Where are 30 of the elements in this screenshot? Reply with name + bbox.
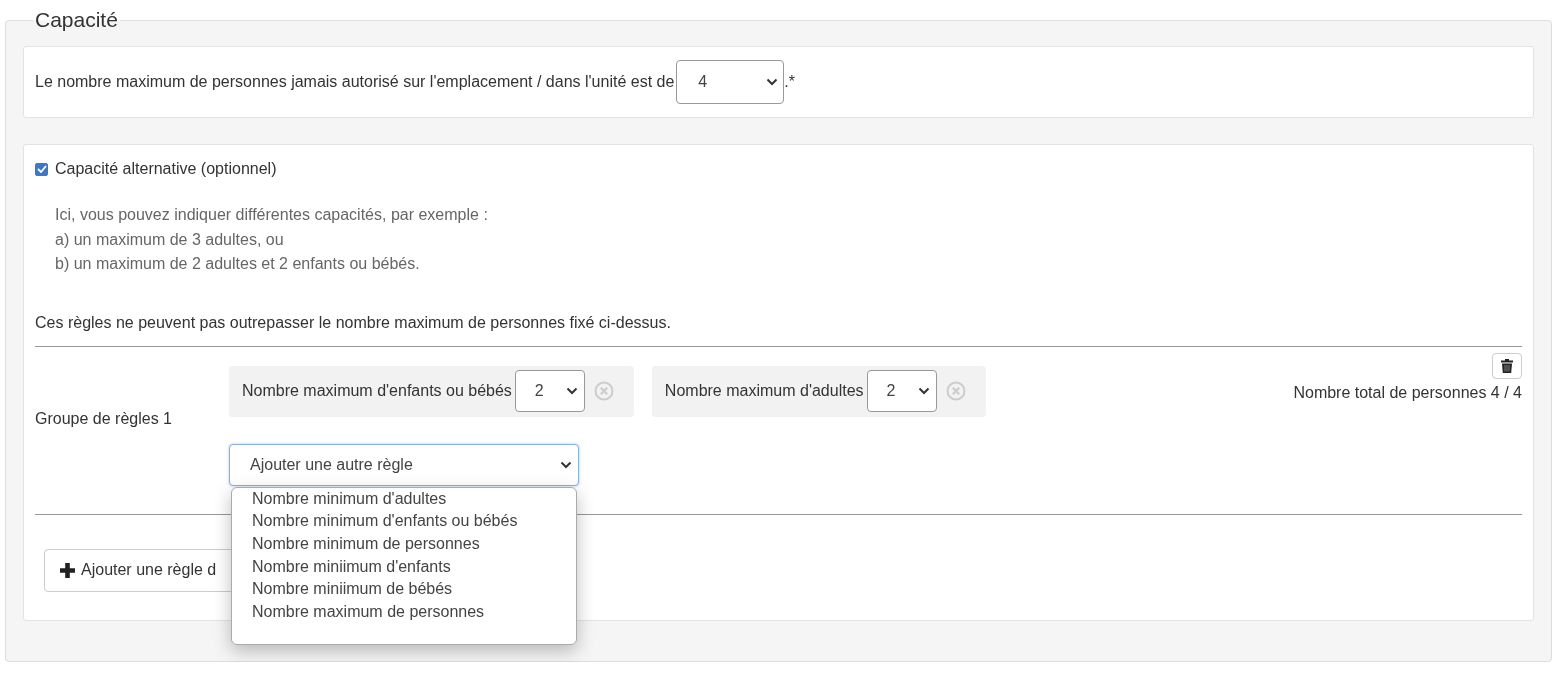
- chevron-down-icon: [917, 387, 930, 395]
- rule-label: Nombre maximum d'enfants ou bébés: [242, 382, 512, 400]
- trash-icon: [1501, 358, 1513, 373]
- remove-icon: [593, 381, 614, 401]
- select-field[interactable]: 4: [676, 60, 785, 104]
- remove-icon: [945, 381, 966, 401]
- total-text: Nombre total de personnes 4 / 4: [1293, 383, 1522, 402]
- chevron-down-icon: [560, 460, 572, 469]
- select-field[interactable]: 2: [866, 370, 937, 412]
- checkbox-label: Capacité alternative (optionnel): [55, 160, 277, 178]
- required-mark: .*: [784, 73, 795, 91]
- rule-label: Nombre maximum d'adultes: [664, 382, 864, 400]
- checkmark-icon: [36, 165, 47, 173]
- note-text: Ces règles ne peuvent pas outrepasser le nombre maximum de personnes fixé ci-dessus.: [35, 312, 672, 333]
- chevron-down-icon: [565, 387, 578, 395]
- dropdown-option[interactable]: Nombre minimum d'enfants ou bébés: [232, 510, 576, 533]
- help-text: Ici, vous pouvez indiquer différentes capacités, par exemple :: [55, 205, 489, 225]
- group-label: Groupe de règles 1: [35, 409, 173, 428]
- delete-button[interactable]: [1492, 352, 1522, 379]
- dropdown-option[interactable]: Nombre maximum de personnes: [232, 601, 576, 624]
- capacity-label: Le nombre maximum de personnes jamais autorisé sur l'emplacement / dans l'unité est de: [35, 73, 675, 91]
- plus-icon: [60, 562, 75, 578]
- help-text: a) un maximum de 3 adultes, ou: [55, 229, 285, 250]
- dropdown-option[interactable]: Nombre minimum d'adultes: [232, 487, 576, 511]
- select-field[interactable]: Ajouter une autre règle: [229, 443, 579, 486]
- help-text: b) un maximum de 2 adultes et 2 enfants ou bébés.: [55, 254, 421, 274]
- select-field[interactable]: 2: [514, 370, 585, 412]
- chevron-down-icon: [766, 78, 779, 86]
- section-title: Capacité: [34, 8, 119, 32]
- checkbox[interactable]: [35, 162, 48, 176]
